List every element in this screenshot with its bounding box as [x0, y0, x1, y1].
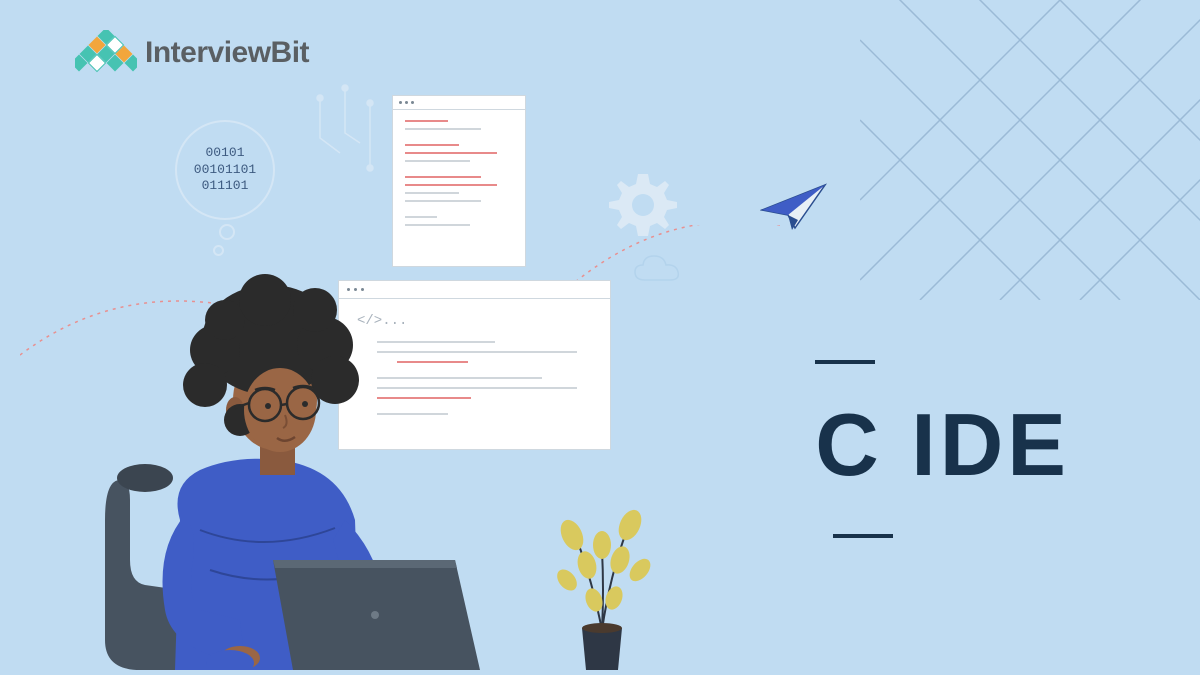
binary-thought-bubble: 00101 00101101 011101 — [175, 120, 275, 220]
plant-illustration — [532, 480, 672, 675]
logo-icon — [75, 30, 137, 76]
circuit-decoration — [310, 78, 390, 233]
binary-line-2: 00101101 — [194, 162, 256, 179]
binary-line-1: 00101 — [205, 145, 244, 162]
logo-text: InterviewBit — [145, 36, 309, 70]
title-accent-line-bottom — [833, 534, 893, 538]
logo: InterviewBit — [75, 30, 309, 76]
window-titlebar — [393, 96, 525, 110]
page-title-block: C IDE — [815, 360, 1070, 538]
title-accent-line-top — [815, 360, 875, 364]
person-illustration — [85, 220, 505, 675]
diamond-grid-decoration — [860, 0, 1200, 305]
page-title: C IDE — [815, 394, 1070, 496]
paper-plane-icon — [760, 180, 830, 240]
binary-line-3: 011101 — [202, 178, 249, 195]
